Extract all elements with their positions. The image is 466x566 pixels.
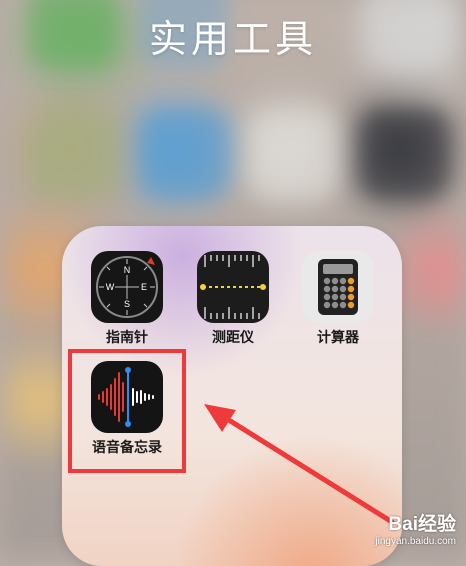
- blurred-app-icon: [250, 110, 338, 198]
- highlight-box: [68, 349, 186, 473]
- watermark-url: jingyan.baidu.com: [375, 536, 456, 547]
- calculator-icon: [302, 251, 374, 323]
- app-label: 指南针: [106, 329, 148, 345]
- blurred-app-icon: [30, 110, 118, 198]
- app-label: 计算器: [317, 329, 359, 345]
- compass-icon: N S W E: [91, 251, 163, 323]
- app-label: 测距仪: [212, 329, 254, 345]
- measure-icon: [197, 251, 269, 323]
- app-measure[interactable]: 测距仪: [193, 251, 273, 347]
- svg-text:W: W: [106, 282, 115, 292]
- svg-text:S: S: [124, 299, 130, 309]
- watermark-brand: Bai经验: [388, 514, 456, 535]
- svg-text:N: N: [124, 265, 131, 275]
- watermark: Bai经验 jingyan.baidu.com: [375, 509, 456, 547]
- blurred-app-icon: [360, 110, 448, 198]
- blurred-app-icon: [140, 110, 228, 198]
- folder-title: 实用工具: [148, 19, 317, 61]
- app-compass[interactable]: N S W E 指南针: [87, 251, 167, 347]
- svg-text:E: E: [141, 282, 147, 292]
- app-calculator[interactable]: 计算器: [298, 251, 378, 347]
